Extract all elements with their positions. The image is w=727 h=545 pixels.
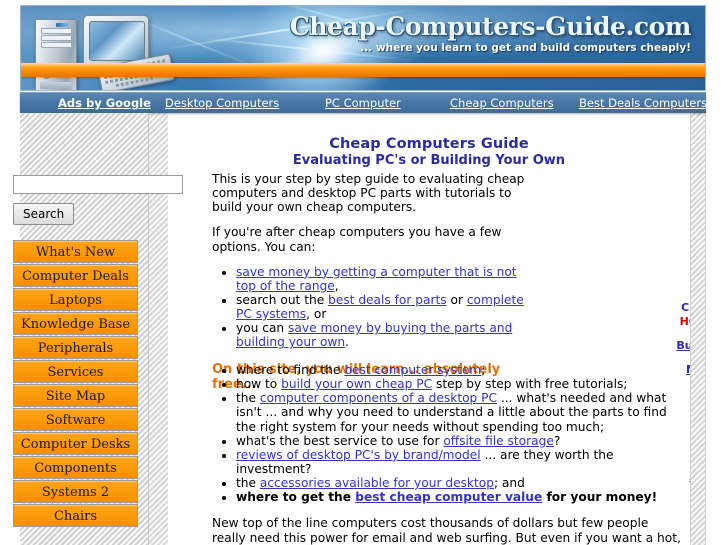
nav-link-ads-by-google[interactable]: Ads by Google xyxy=(58,96,151,110)
sidebar-nav: What's New Computer Deals Laptops Knowledge… xyxy=(13,240,138,528)
sidebar-item-site-map[interactable]: Site Map xyxy=(13,384,138,407)
content-link[interactable]: reviews of desktop PC's by brand/model xyxy=(236,448,481,462)
content-link[interactable]: accessories available for your desktop xyxy=(260,476,494,490)
content-link[interactable]: best cheap computer value xyxy=(355,490,542,504)
content-link[interactable]: save money by getting a computer that is… xyxy=(236,265,517,293)
favorite-link-memory-guide[interactable]: Memory Guide xyxy=(676,399,690,412)
list-item: where to get the best cheap computer val… xyxy=(236,490,682,504)
page-root: Cheap-Computers-Guide.com ... where you … xyxy=(0,0,727,545)
sidebar-item-computer-desks[interactable]: Computer Desks xyxy=(13,432,138,455)
list-item: the accessories available for your deskt… xyxy=(236,476,682,490)
nav-link-desktop-computers[interactable]: Desktop Computers xyxy=(165,96,279,110)
favorite-link-scanner-information[interactable]: Scanner Information xyxy=(676,423,690,436)
reader-favorites-heading: Cheap Computers Guide HOT! Reader Favori… xyxy=(676,301,690,329)
content-link[interactable]: offsite file storage xyxy=(443,434,553,448)
hot-badge: HOT! xyxy=(679,315,690,329)
site-tagline: ... where you learn to get and build com… xyxy=(360,42,691,54)
reader-favorites-panel: Cheap Computers Guide HOT! Reader Favori… xyxy=(676,301,690,506)
sidebar-item-laptops[interactable]: Laptops xyxy=(13,288,138,311)
favorite-link-hard-drive-guide[interactable]: Hard Drive Guide xyxy=(676,446,690,459)
sidebar-item-components[interactable]: Components xyxy=(13,456,138,479)
learn-list: where to find the best computer system;h… xyxy=(212,363,682,504)
search-button[interactable]: Search xyxy=(13,203,75,225)
computer-tower-icon xyxy=(35,19,77,90)
sidebar-item-chairs[interactable]: Chairs xyxy=(13,504,138,527)
nav-link-best-deals-computers[interactable]: Best Deals Computers xyxy=(579,96,707,110)
content-link[interactable]: computer components of a desktop PC xyxy=(260,391,497,405)
search-input[interactable] xyxy=(13,175,183,194)
content-link[interactable]: best computer system xyxy=(344,363,481,377)
options-list: save money by getting a computer that is… xyxy=(212,265,532,350)
list-item: what's the best service to use for offsi… xyxy=(236,434,682,448)
top-nav-bar: Ads by Google Desktop Computers PC Compute… xyxy=(20,92,707,113)
intro-paragraph: This is your step by step guide to evalu… xyxy=(212,172,525,215)
nav-link-pc-computer[interactable]: PC Computer xyxy=(325,96,401,110)
site-title: Cheap-Computers-Guide.com xyxy=(289,12,692,41)
closing-paragraph: New top of the line computers cost thous… xyxy=(212,516,681,545)
sidebar-item-services[interactable]: Services xyxy=(13,360,138,383)
list-item: you can save money by buying the parts a… xyxy=(236,321,532,349)
sidebar-item-what-s-new[interactable]: What's New xyxy=(13,240,138,263)
favorite-link-alienware-computers[interactable]: Alienware Computers xyxy=(676,470,690,483)
sidebar-item-peripherals[interactable]: Peripherals xyxy=(13,336,138,359)
right-background-texture xyxy=(690,113,706,545)
reader-favorites-links: Build Your Own Computer Make Money with Y… xyxy=(676,339,690,506)
content-link[interactable]: build your own cheap PC xyxy=(281,377,432,391)
nav-link-cheap-computers[interactable]: Cheap Computers xyxy=(450,96,554,110)
page-subtitle: Evaluating PC's or Building Your Own xyxy=(292,153,566,168)
content-link[interactable]: save money by buying the parts and build… xyxy=(236,321,512,349)
list-item: save money by getting a computer that is… xyxy=(236,265,532,293)
favorite-link-build-your-own-computer[interactable]: Build Your Own Computer xyxy=(676,339,690,352)
site-banner: Cheap-Computers-Guide.com ... where you … xyxy=(20,5,706,91)
sidebar-item-knowledge-base[interactable]: Knowledge Base xyxy=(13,312,138,335)
sidebar-item-systems-2[interactable]: Systems 2 xyxy=(13,480,138,503)
favorite-link-cpu-guide[interactable]: CPU Guide xyxy=(676,493,690,506)
page-title: Cheap Computers Guide xyxy=(329,136,529,152)
sidebar-item-software[interactable]: Software xyxy=(13,408,138,431)
list-item: search out the best deals for parts or c… xyxy=(236,293,532,321)
options-lead: If you're after cheap computers you have… xyxy=(212,225,502,254)
banner-orange-band xyxy=(21,63,705,77)
reader-favorites-title: Cheap Computers Guide xyxy=(681,301,690,314)
sidebar-item-computer-deals[interactable]: Computer Deals xyxy=(13,264,138,287)
main-content: Cheap Computers Guide Evaluating PC's or… xyxy=(168,118,690,545)
list-item: where to find the best computer system; xyxy=(236,363,682,377)
content-link[interactable]: best deals for parts xyxy=(328,293,447,307)
learn-column: where to find the best computer system;h… xyxy=(212,363,682,545)
list-item: how to build your own cheap PC step by s… xyxy=(236,377,682,391)
favorite-link-make-money-with-your-computer[interactable]: Make Money with Your Computer xyxy=(676,363,690,390)
list-item: the computer components of a desktop PC … xyxy=(236,391,682,433)
list-item: reviews of desktop PC's by brand/model .… xyxy=(236,448,682,476)
